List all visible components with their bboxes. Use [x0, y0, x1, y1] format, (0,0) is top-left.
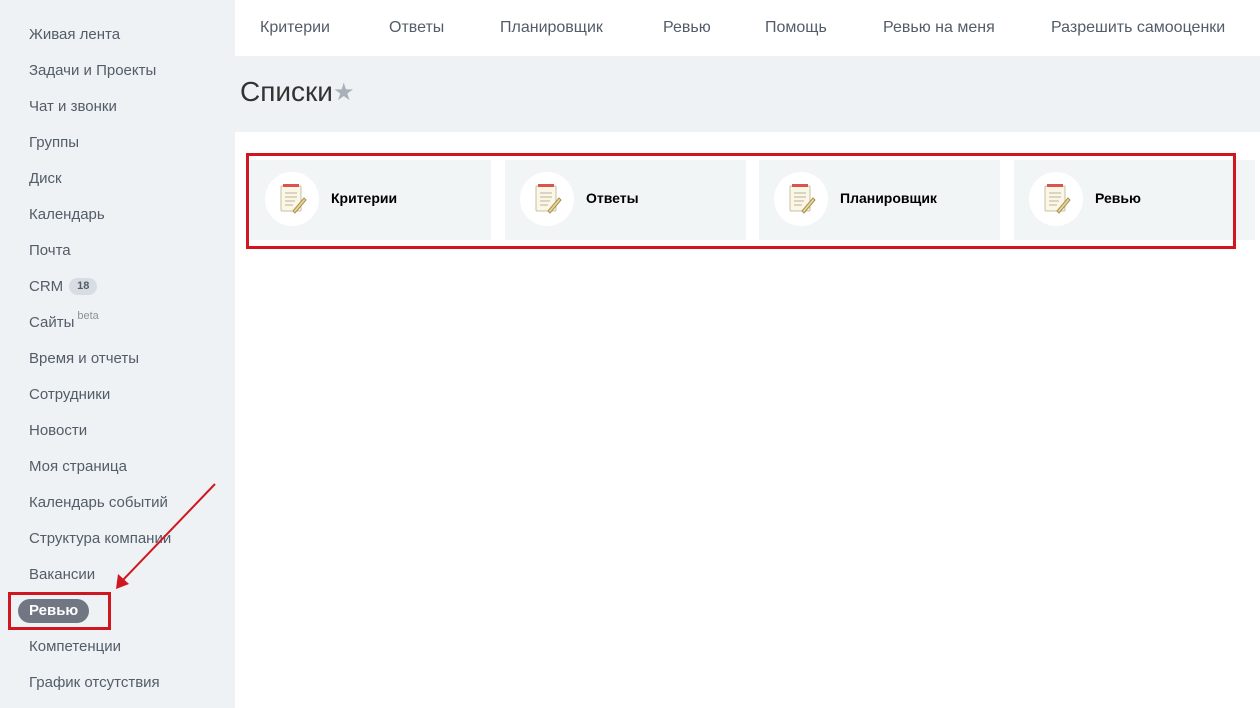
sidebar-item-crm[interactable]: CRM 18 — [0, 269, 235, 305]
sidebar-item-label: Структура компании — [29, 530, 172, 547]
sidebar-item-disk[interactable]: Диск — [0, 161, 235, 197]
sidebar-item-label: Компетенции — [29, 638, 122, 655]
sidebar-item-label: CRM — [29, 278, 64, 295]
sidebar-item-label: Вакансии — [29, 566, 96, 583]
sidebar-item-groups[interactable]: Группы — [0, 125, 235, 161]
sidebar-item-employees[interactable]: Сотрудники — [0, 377, 235, 413]
star-icon[interactable]: ★ — [333, 78, 355, 107]
sidebar-item-label: Живая лента — [29, 26, 121, 43]
sidebar-item-label: Диск — [29, 170, 62, 187]
tab-planner[interactable]: Планировщик — [500, 19, 603, 37]
list-card-criteria[interactable]: Критерии — [250, 160, 491, 240]
tab-allow-self-assessment[interactable]: Разрешить самооценки — [1051, 19, 1225, 37]
sidebar-item-review[interactable]: Ревью — [0, 593, 235, 629]
beta-tag: beta — [77, 310, 99, 322]
sidebar-item-label: Группы — [29, 134, 79, 151]
sidebar-item-label: Задачи и Проекты — [29, 62, 157, 79]
list-card-label: Критерии — [331, 190, 398, 206]
sidebar-item-label: График отсутствия — [29, 674, 160, 691]
sidebar-item-sites[interactable]: Сайты beta — [0, 305, 235, 341]
sidebar-item-label: Сайты — [29, 314, 75, 331]
counter-badge: 18 — [69, 278, 98, 295]
lists-grid: Критерии Ответы Планировщик Ревью — [235, 132, 1260, 708]
sidebar-item-label: Новости — [29, 422, 88, 439]
sidebar-item-label: Моя страница — [29, 458, 127, 475]
sidebar-item-competencies[interactable]: Компетенции — [0, 629, 235, 665]
sidebar-item-label: Сотрудники — [29, 386, 111, 403]
list-document-icon — [774, 172, 828, 226]
sidebar-item-label: Календарь событий — [29, 494, 168, 511]
tab-review[interactable]: Ревью — [663, 19, 711, 37]
sidebar-item-tasks-projects[interactable]: Задачи и Проекты — [0, 53, 235, 89]
list-card-label: Ревью — [1095, 190, 1141, 206]
list-card-answers[interactable]: Ответы — [505, 160, 746, 240]
tab-review-on-me[interactable]: Ревью на меня — [883, 19, 995, 37]
tab-criteria[interactable]: Критерии — [260, 19, 330, 37]
sidebar-item-chat-calls[interactable]: Чат и звонки — [0, 89, 235, 125]
list-card-label: Планировщик — [840, 190, 937, 206]
tab-answers[interactable]: Ответы — [389, 19, 444, 37]
sidebar-item-label: Почта — [29, 242, 71, 259]
page-title: Списки — [240, 76, 333, 107]
title-bar: Списки ★ — [235, 56, 1260, 132]
sidebar: Живая лента Задачи и Проекты Чат и звонк… — [0, 0, 235, 708]
sidebar-item-calendar[interactable]: Календарь — [0, 197, 235, 233]
sidebar-item-news[interactable]: Новости — [0, 413, 235, 449]
sidebar-item-time-reports[interactable]: Время и отчеты — [0, 341, 235, 377]
sidebar-item-label: Чат и звонки — [29, 98, 117, 115]
sidebar-item-label: Ревью — [18, 599, 90, 623]
sidebar-item-absence-chart[interactable]: График отсутствия — [0, 665, 235, 701]
list-document-icon — [520, 172, 574, 226]
list-document-icon — [1029, 172, 1083, 226]
sidebar-menu: Живая лента Задачи и Проекты Чат и звонк… — [0, 0, 235, 701]
list-card-review[interactable]: Ревью — [1014, 160, 1255, 240]
sidebar-item-my-page[interactable]: Моя страница — [0, 449, 235, 485]
top-nav: Критерии Ответы Планировщик Ревью Помощь… — [235, 0, 1260, 56]
sidebar-item-mail[interactable]: Почта — [0, 233, 235, 269]
sidebar-item-company-structure[interactable]: Структура компании — [0, 521, 235, 557]
sidebar-item-vacancies[interactable]: Вакансии — [0, 557, 235, 593]
list-document-icon — [265, 172, 319, 226]
sidebar-item-live-feed[interactable]: Живая лента — [0, 17, 235, 53]
list-card-label: Ответы — [586, 190, 639, 206]
sidebar-item-label: Время и отчеты — [29, 350, 140, 367]
list-card-planner[interactable]: Планировщик — [759, 160, 1000, 240]
sidebar-item-events-calendar[interactable]: Календарь событий — [0, 485, 235, 521]
sidebar-item-label: Календарь — [29, 206, 105, 223]
tab-help[interactable]: Помощь — [765, 19, 827, 37]
